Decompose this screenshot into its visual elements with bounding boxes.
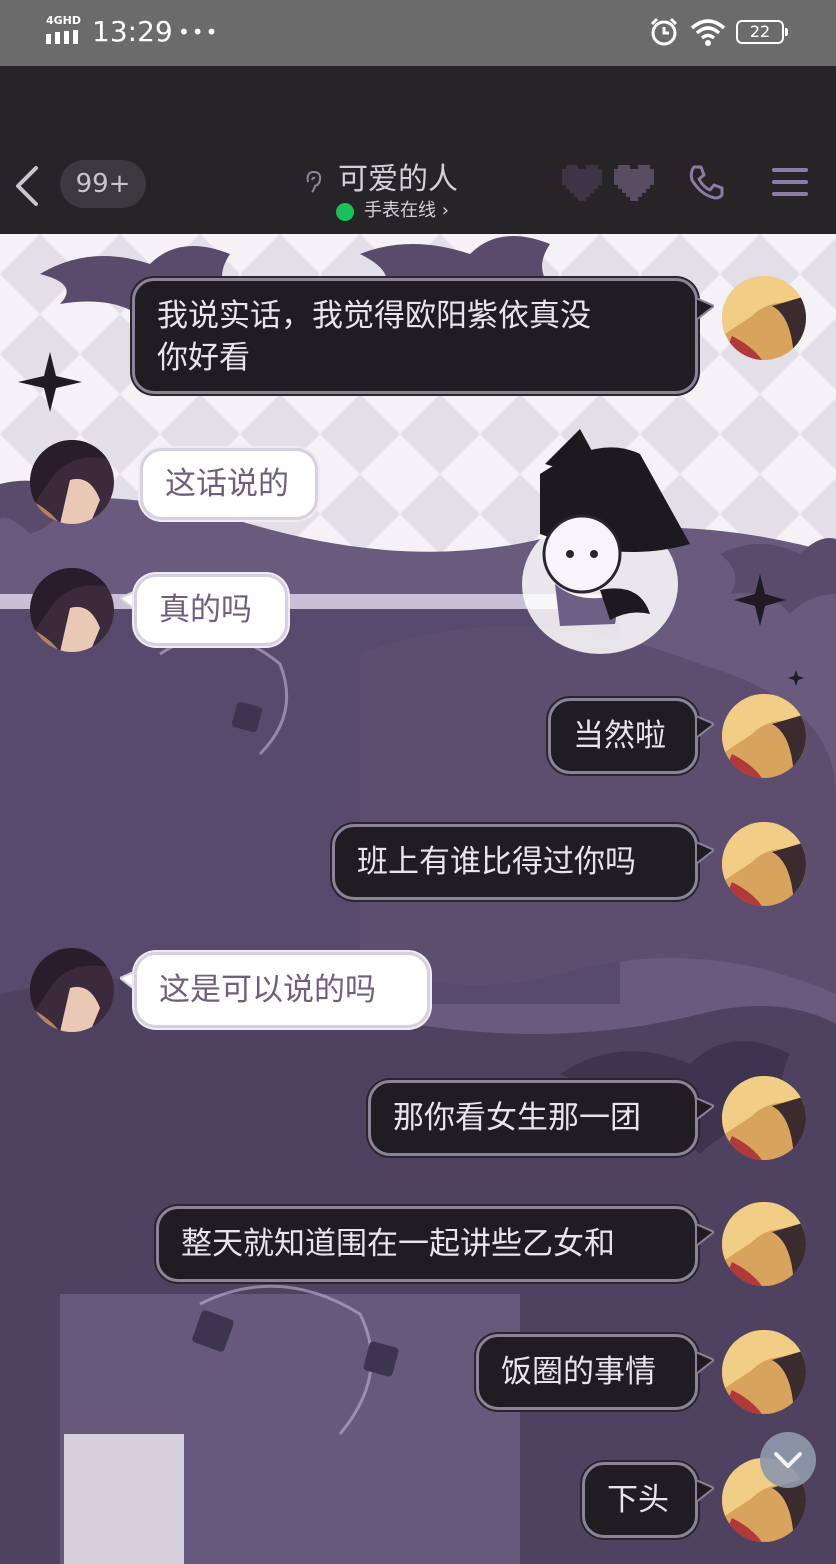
message-text: 真的吗 <box>159 592 252 628</box>
message-bubble-incoming[interactable]: 这话说的 <box>140 448 318 520</box>
message-text: 这是可以说的吗 <box>159 972 376 1008</box>
message-bubble-outgoing[interactable]: 我说实话，我觉得欧阳紫依真没 你好看 <box>132 278 698 394</box>
message-bubble-outgoing[interactable]: 当然啦 <box>548 698 698 774</box>
message-text: 当然啦 <box>573 718 666 754</box>
alarm-icon <box>650 17 678 46</box>
contact-avatar[interactable] <box>30 948 114 1032</box>
menu-icon[interactable] <box>770 164 810 200</box>
pixel-heart-icon[interactable] <box>562 164 602 202</box>
notification-dots: ••• <box>178 20 220 44</box>
signal-icon: 4GHD <box>46 14 82 44</box>
battery-indicator: 22 <box>736 20 788 44</box>
bubble-tail <box>696 842 714 864</box>
contact-name[interactable]: 可爱的人 <box>338 160 458 200</box>
scroll-to-bottom-button[interactable] <box>760 1432 816 1488</box>
my-avatar[interactable] <box>722 1076 806 1160</box>
my-avatar[interactable] <box>722 276 806 360</box>
my-avatar[interactable] <box>722 822 806 906</box>
phone-icon[interactable] <box>686 162 726 202</box>
signal-bars-icon <box>46 30 78 44</box>
message-bubble-outgoing[interactable]: 班上有谁比得过你吗 <box>332 824 698 900</box>
unread-count-badge[interactable]: 99+ <box>60 160 146 208</box>
contact-avatar[interactable] <box>30 440 114 524</box>
message-text: 你好看 <box>157 340 250 376</box>
status-bar: 4GHD 13:29 ••• 22 <box>0 0 836 66</box>
my-avatar[interactable] <box>722 1330 806 1414</box>
chevron-down-icon <box>774 1452 802 1468</box>
contact-avatar[interactable] <box>30 568 114 652</box>
ear-icon <box>306 170 322 193</box>
message-text: 我说实话，我觉得欧阳紫依真没 <box>157 298 591 334</box>
message-text: 这话说的 <box>165 466 289 502</box>
bubble-tail <box>696 1352 714 1374</box>
bubble-tail <box>696 1480 714 1502</box>
bubble-tail <box>696 1224 714 1246</box>
message-text: 那你看女生那一团 <box>393 1100 641 1136</box>
back-icon[interactable] <box>10 162 44 210</box>
message-bubble-incoming[interactable]: 真的吗 <box>134 574 288 646</box>
message-bubble-outgoing[interactable]: 那你看女生那一团 <box>368 1080 698 1156</box>
network-label: 4GHD <box>46 14 82 27</box>
bubble-tail <box>696 298 714 320</box>
online-status[interactable]: 手表在线 › <box>364 198 449 224</box>
message-bubble-incoming[interactable]: 这是可以说的吗 <box>134 952 430 1028</box>
my-avatar[interactable] <box>722 1202 806 1286</box>
message-bubble-outgoing[interactable]: 整天就知道围在一起讲些乙女和 <box>156 1206 698 1282</box>
pixel-heart-icon[interactable] <box>614 164 654 202</box>
my-avatar[interactable] <box>722 694 806 778</box>
message-text: 下头 <box>607 1482 669 1518</box>
bubble-tail <box>696 716 714 738</box>
message-text: 饭圈的事情 <box>501 1354 656 1390</box>
wifi-icon <box>690 19 726 46</box>
clock: 13:29 <box>92 15 173 48</box>
chat-message-list[interactable]: 我说实话，我觉得欧阳紫依真没 你好看 这话说的 真的吗 当然啦 班上有谁比得过你… <box>0 234 836 1564</box>
online-status-dot <box>336 203 354 221</box>
message-bubble-outgoing[interactable]: 下头 <box>582 1462 698 1538</box>
message-text: 班上有谁比得过你吗 <box>357 844 636 880</box>
message-bubble-outgoing[interactable]: 饭圈的事情 <box>476 1334 698 1410</box>
bubble-tail <box>696 1098 714 1120</box>
message-text: 整天就知道围在一起讲些乙女和 <box>181 1226 615 1262</box>
